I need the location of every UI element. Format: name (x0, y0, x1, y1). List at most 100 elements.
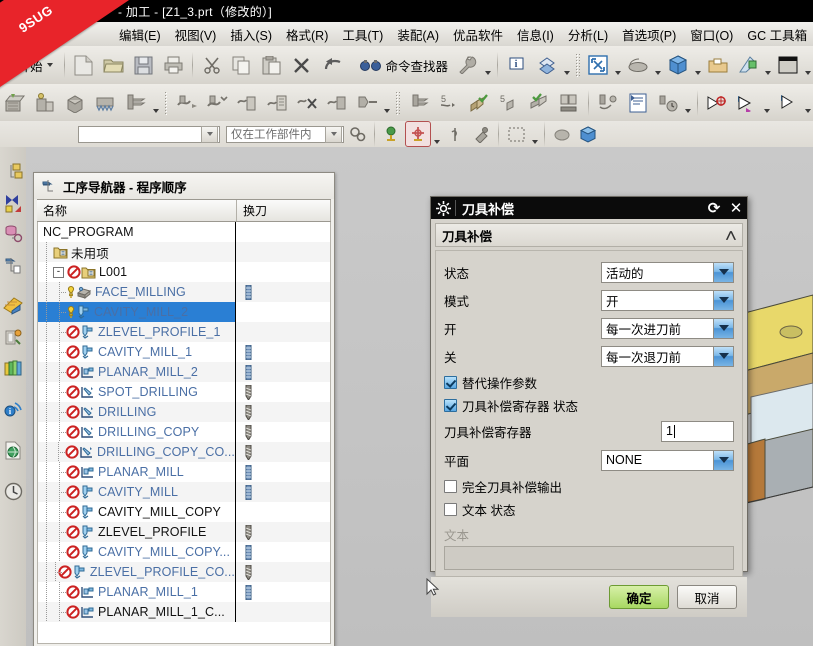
create-tool-icon[interactable] (121, 88, 149, 118)
chevron-down-icon[interactable] (201, 125, 218, 143)
column-header-tool-change[interactable]: 换刀 (237, 200, 331, 221)
table-row[interactable]: DRILLING_COPY (38, 422, 330, 442)
tree-item-tool-cell[interactable] (235, 342, 330, 362)
toolbar-overflow-arrow[interactable] (803, 49, 813, 81)
create-geometry-icon[interactable] (1, 88, 29, 118)
create-workpiece-icon[interactable] (61, 88, 89, 118)
table-row[interactable]: CAVITY_MILL_COPY (38, 502, 330, 522)
menu-item-edit[interactable]: 编辑(E) (112, 22, 168, 47)
table-row[interactable]: ZLEVEL_PROFILE_CO... (38, 562, 330, 582)
operation-navigator-icon[interactable] (1, 250, 25, 280)
background-icon[interactable] (774, 50, 802, 80)
tree-item-tool-cell[interactable] (235, 582, 330, 602)
table-row[interactable]: PLANAR_MILL_1_C... (38, 602, 330, 622)
tree-item-name-cell[interactable]: DRILLING_COPY_CO... (38, 442, 235, 462)
tree-item-tool-cell[interactable] (235, 422, 330, 442)
post-icon[interactable] (353, 88, 381, 118)
tree-item-name-cell[interactable]: ZLEVEL_PROFILE_CO... (38, 562, 235, 582)
cancel-button[interactable]: 取消 (677, 585, 737, 609)
toolbar-overflow-arrow[interactable] (653, 49, 663, 81)
toolbar-overflow-arrow[interactable] (693, 49, 703, 81)
tree-item-tool-cell[interactable] (235, 442, 330, 462)
fit-view-icon[interactable] (584, 50, 612, 80)
undo-icon[interactable] (318, 50, 346, 80)
toolbar-overflow-arrow[interactable] (562, 49, 572, 81)
tree-item-tool-cell[interactable] (235, 362, 330, 382)
chevron-down-icon[interactable] (713, 450, 733, 470)
check-icon[interactable] (464, 88, 492, 118)
checkbox-full-output-row[interactable]: 完全刀具补偿输出 (444, 475, 734, 498)
selection-filter-icon[interactable] (504, 122, 528, 146)
on-dropdown[interactable]: 每一次进刀前 (601, 317, 734, 339)
hd3d-tools-icon[interactable] (1, 291, 25, 321)
tree-item-tool-cell[interactable] (235, 542, 330, 562)
toolbar-overflow-arrow[interactable] (150, 87, 160, 119)
column-header-name[interactable]: 名称 (37, 200, 237, 221)
process-studio-icon[interactable] (1, 322, 25, 352)
table-row[interactable]: CAVITY_MILL (38, 482, 330, 502)
checkbox-override-params-row[interactable]: 替代操作参数 (444, 371, 734, 394)
mode-dropdown[interactable]: 开 (601, 289, 734, 311)
tree-item-tool-cell[interactable] (235, 382, 330, 402)
menu-item-insert[interactable]: 插入(S) (223, 22, 279, 47)
compare-icon[interactable] (555, 88, 583, 118)
tree-item-name-cell[interactable]: PLANAR_MILL (38, 462, 235, 482)
wrench-icon[interactable] (454, 50, 482, 80)
list-toolpath-icon[interactable] (263, 88, 291, 118)
history-clock-icon[interactable] (1, 476, 25, 506)
cut-region-icon[interactable] (594, 88, 622, 118)
tree-item-name-cell[interactable]: PLANAR_MILL_2 (38, 362, 235, 382)
tree-item-name-cell[interactable]: ZLEVEL_PROFILE (38, 522, 235, 542)
table-row[interactable]: PLANAR_MILL (38, 462, 330, 482)
table-row[interactable]: SPOT_DRILLING (38, 382, 330, 402)
tree-item-tool-cell[interactable] (235, 262, 330, 282)
table-row[interactable]: ZLEVEL_PROFILE (38, 522, 330, 542)
tree-item-tool-cell[interactable] (235, 502, 330, 522)
simulate-icon[interactable] (404, 88, 432, 118)
tree-item-tool-cell[interactable] (235, 322, 330, 342)
tree-item-tool-cell[interactable] (235, 282, 330, 302)
step-icon[interactable] (774, 88, 802, 118)
plane-dropdown[interactable]: NONE (601, 449, 734, 471)
toolbar-overflow-arrow[interactable] (382, 87, 392, 119)
tree-item-name-cell[interactable]: SPOT_DRILLING (38, 382, 235, 402)
tree-item-tool-cell[interactable] (235, 462, 330, 482)
table-row[interactable]: PLANAR_MILL_2 (38, 362, 330, 382)
menu-item-info[interactable]: 信息(I) (510, 22, 561, 47)
wcs-orient-icon[interactable] (443, 122, 467, 146)
toolbar-overflow-arrow[interactable] (613, 49, 623, 81)
table-row[interactable]: ZLEVEL_PROFILE_1 (38, 322, 330, 342)
snap-point-icon[interactable] (345, 122, 369, 146)
tree-item-tool-cell[interactable] (235, 242, 330, 262)
generate-toolpath-icon[interactable] (172, 88, 200, 118)
create-operation-icon[interactable] (91, 88, 119, 118)
checkbox-register-status-row[interactable]: 刀具补偿寄存器 状态 (444, 394, 734, 417)
table-row[interactable]: NC_PROGRAM (38, 222, 330, 242)
cut-scissors-icon[interactable] (198, 50, 226, 80)
table-row[interactable]: CAVITY_MILL_2 (38, 302, 330, 322)
toolbar-overflow-arrow[interactable] (763, 49, 773, 81)
create-method-icon[interactable] (31, 88, 59, 118)
menu-item-tools[interactable]: 工具(T) (335, 22, 390, 47)
toolbar-overflow-arrow[interactable] (431, 118, 442, 150)
dialog-section-header[interactable]: 刀具补偿 ⋀ (435, 223, 743, 247)
chevron-down-icon[interactable] (713, 262, 733, 282)
menu-item-assembly[interactable]: 装配(A) (390, 22, 446, 47)
text-field-input[interactable] (444, 546, 734, 570)
paste-icon[interactable] (258, 50, 286, 80)
zoom-icon[interactable] (624, 50, 652, 80)
open-folder-icon[interactable] (99, 50, 127, 80)
tree-item-tool-cell[interactable] (235, 222, 330, 242)
table-row[interactable]: 未用项 (38, 242, 330, 262)
checkbox-text-status[interactable] (444, 503, 457, 516)
info-radio-icon[interactable]: i (1, 394, 25, 424)
layer-icon[interactable] (533, 50, 561, 80)
table-row[interactable]: DRILLING (38, 402, 330, 422)
tree-item-tool-cell[interactable] (235, 522, 330, 542)
toolbar-overflow-arrow[interactable] (762, 87, 772, 119)
delete-x-icon[interactable] (288, 50, 316, 80)
navigator-tree[interactable]: NC_PROGRAM 未用项 - L001 FACE_MILLING CAVITY_MIL… (37, 222, 331, 644)
status-dropdown[interactable]: 活动的 (601, 261, 734, 283)
toolbar-grip[interactable] (574, 53, 580, 77)
chevron-down-icon[interactable] (325, 125, 342, 143)
